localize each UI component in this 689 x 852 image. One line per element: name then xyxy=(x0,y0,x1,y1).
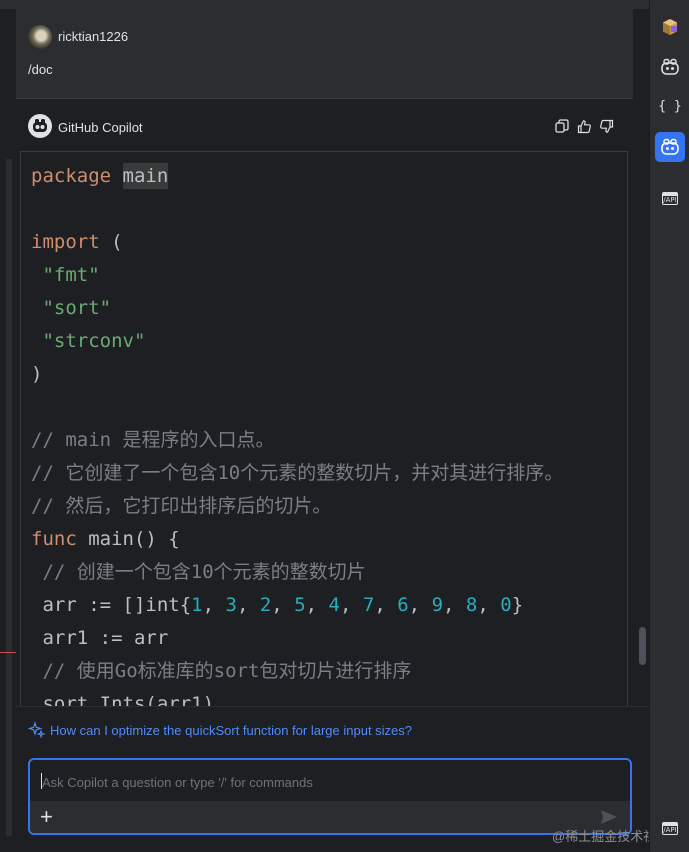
add-context-icon[interactable]: + xyxy=(40,805,53,829)
code-line: // 然后，它打印出排序后的切片。 xyxy=(31,490,331,523)
code-token: // main 是程序的入口点。 xyxy=(31,429,275,451)
chat-input-box[interactable]: + xyxy=(28,758,632,835)
send-icon[interactable] xyxy=(600,809,618,825)
code-token: 0 xyxy=(500,594,512,616)
code-token: ) xyxy=(31,363,43,385)
input-toolbar: + xyxy=(30,801,630,833)
code-token: , xyxy=(477,594,501,616)
code-token: 9 xyxy=(431,594,444,616)
code-token: package xyxy=(31,165,123,187)
copilot-chat-icon[interactable] xyxy=(655,132,685,162)
code-line: // 它创建了一个包含10个元素的整数切片，并对其进行排序。 xyxy=(31,457,563,490)
copy-icon[interactable] xyxy=(554,118,570,134)
code-line: import ( xyxy=(31,226,123,259)
code-token: , xyxy=(443,594,466,616)
gutter-strip xyxy=(6,159,12,839)
code-block[interactable]: package main import ( "fmt" "sort" "strco… xyxy=(20,151,628,712)
code-token: } xyxy=(511,594,524,616)
code-token: main xyxy=(122,163,169,189)
thumbs-down-icon[interactable] xyxy=(598,118,614,134)
code-token: 8 xyxy=(465,594,478,616)
code-token: ( xyxy=(99,231,123,253)
code-token: arr1 := arr xyxy=(31,627,169,649)
code-token: 1 xyxy=(191,594,203,616)
code-token: , xyxy=(305,594,329,616)
response-actions xyxy=(554,118,614,134)
copilot-chat-panel: ricktian1226 /doc GitHub Copilot package… xyxy=(16,9,649,852)
code-line: "strconv" xyxy=(31,325,145,358)
code-token: , xyxy=(236,594,260,616)
code-line: // main 是程序的入口点。 xyxy=(31,424,275,457)
user-name: ricktian1226 xyxy=(58,29,129,44)
code-token: , xyxy=(271,594,295,616)
code-token: // 它创建了一个包含10个元素的整数切片，并对其进行排序。 xyxy=(31,462,564,484)
right-tool-window-bar: { } /API /API xyxy=(649,0,689,852)
braces-icon[interactable]: { } xyxy=(658,94,682,118)
code-token: , xyxy=(374,594,398,616)
code-line: // 使用Go标准库的sort包对切片进行排序 xyxy=(31,655,411,688)
code-token: , xyxy=(408,594,432,616)
code-line: arr1 := arr xyxy=(31,622,168,655)
code-line: // 创建一个包含10个元素的整数切片 xyxy=(31,556,366,589)
scrollbar-thumb[interactable] xyxy=(639,627,646,665)
code-token: "strconv" xyxy=(42,330,146,352)
code-token: , xyxy=(339,594,363,616)
code-line: "fmt" xyxy=(31,259,100,292)
suggestion-link[interactable]: How can I optimize the quickSort functio… xyxy=(50,723,412,738)
api-icon[interactable]: /API xyxy=(658,186,682,210)
api-bottom-icon[interactable]: /API xyxy=(658,816,682,840)
copilot-logo-icon xyxy=(28,114,52,138)
code-token: 5 xyxy=(294,594,306,616)
code-token: func xyxy=(31,528,77,550)
code-token: main() { xyxy=(76,528,180,550)
thumbs-up-icon[interactable] xyxy=(576,118,592,134)
code-token: 7 xyxy=(362,594,375,616)
copilot-icon[interactable] xyxy=(658,55,682,79)
code-token: import xyxy=(31,231,100,253)
code-token: 6 xyxy=(397,594,409,616)
code-token: "sort" xyxy=(42,297,112,319)
gutter-marker xyxy=(0,652,16,653)
code-line: arr := []int{1, 3, 2, 5, 4, 7, 6, 9, 8, … xyxy=(31,589,523,622)
api-bottom-icon-label: /API xyxy=(662,821,678,835)
editor-gutter xyxy=(0,9,16,852)
code-token: 4 xyxy=(328,594,340,616)
api-icon-label: /API xyxy=(662,191,678,205)
copilot-response-header: GitHub Copilot xyxy=(16,114,633,142)
code-line: package main xyxy=(31,160,169,193)
user-avatar xyxy=(28,25,52,49)
code-token: , xyxy=(202,594,226,616)
code-token: // 创建一个包含10个元素的整数切片 xyxy=(42,561,366,583)
sparkle-icon xyxy=(27,720,46,739)
code-token: 3 xyxy=(225,594,237,616)
text-caret xyxy=(41,773,42,789)
code-line: ) xyxy=(31,358,42,391)
code-token: 2 xyxy=(259,594,272,616)
code-token: // 然后，它打印出排序后的切片。 xyxy=(31,495,332,517)
plugin-icon[interactable] xyxy=(658,15,682,39)
suggestion-row[interactable]: How can I optimize the quickSort functio… xyxy=(16,706,649,753)
user-message: ricktian1226 /doc xyxy=(16,9,633,99)
code-token: "fmt" xyxy=(42,264,100,286)
user-message-text: /doc xyxy=(28,62,53,77)
code-token: arr := []int{ xyxy=(31,594,192,616)
chat-input[interactable] xyxy=(40,770,604,794)
code-token: // 使用Go标准库的sort包对切片进行排序 xyxy=(42,660,412,682)
copilot-name: GitHub Copilot xyxy=(58,120,143,135)
code-line: func main() { xyxy=(31,523,180,556)
code-line: "sort" xyxy=(31,292,111,325)
